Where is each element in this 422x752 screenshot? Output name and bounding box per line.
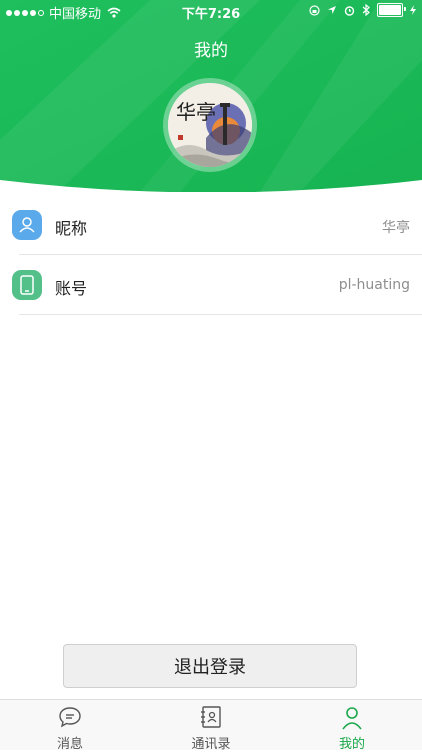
row-divider [19, 314, 422, 315]
logout-button[interactable]: 退出登录 [63, 644, 357, 688]
user-icon [12, 210, 42, 240]
profile-header: 中国移动 下午7:26 我的 华亭 [0, 0, 422, 192]
nickname-row[interactable]: 昵称 华亭 [0, 195, 422, 255]
alarm-icon [344, 5, 355, 16]
nickname-value: 华亭 [382, 220, 410, 236]
tab-label: 通讯录 [191, 737, 231, 752]
nickname-label: 昵称 [55, 219, 88, 238]
tab-contacts[interactable]: 通讯录 [141, 700, 281, 752]
phone-icon [12, 270, 42, 300]
tab-me[interactable]: 我的 [282, 700, 422, 752]
person-icon [342, 707, 362, 730]
account-label: 账号 [55, 279, 88, 298]
avatar-image: 华亭 [168, 83, 252, 167]
tab-messages[interactable]: 消息 [0, 700, 140, 752]
chat-icon [59, 707, 81, 728]
account-row[interactable]: 账号 pl-huating [0, 255, 422, 315]
rotation-lock-icon [309, 4, 320, 16]
avatar[interactable]: 华亭 [163, 78, 257, 172]
page-title: 我的 [194, 41, 228, 61]
charging-icon [410, 5, 416, 15]
status-bar: 中国移动 下午7:26 [0, 0, 422, 22]
contacts-icon [201, 706, 221, 728]
tab-label: 我的 [338, 737, 365, 752]
avatar-calligraphy: 华亭 [176, 100, 216, 124]
status-right [309, 3, 416, 17]
bluetooth-icon [362, 4, 370, 16]
tab-label: 消息 [56, 737, 83, 752]
account-value: pl-huating [338, 277, 410, 293]
battery-icon [377, 3, 406, 17]
location-icon [328, 6, 336, 14]
tab-bar: 消息 通讯录 我的 [0, 699, 422, 752]
profile-list: 昵称 华亭 账号 pl-huating [0, 195, 422, 315]
